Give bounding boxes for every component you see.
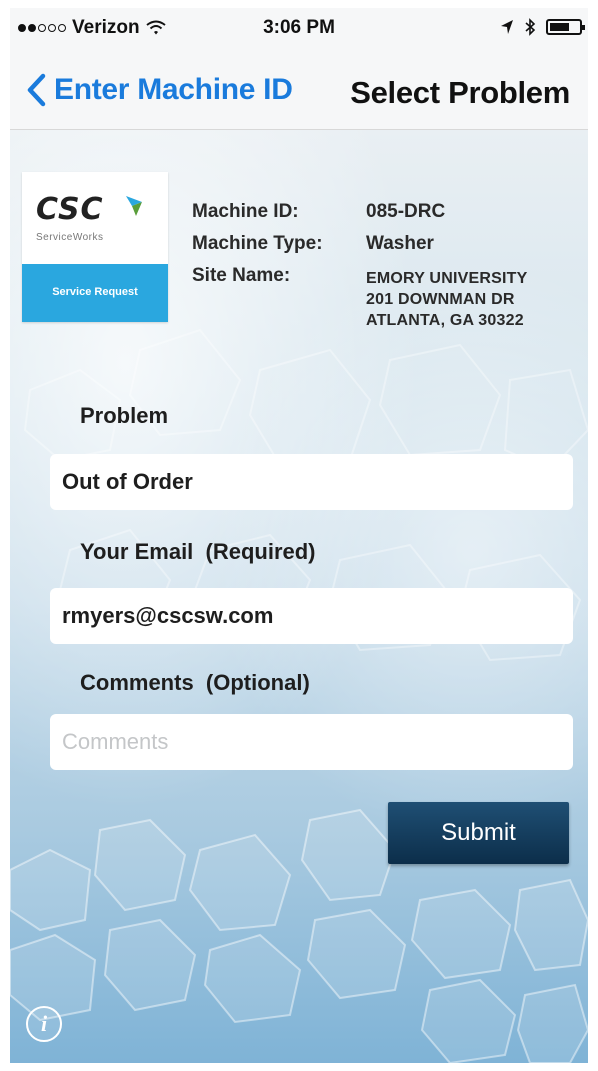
machine-type-value: Washer xyxy=(366,233,434,254)
status-icons xyxy=(500,18,585,36)
app-screen: Verizon 3:06 PM Enter Machine ID Select … xyxy=(10,8,588,1063)
company-logo: CSC ServiceWorks Service Request xyxy=(22,172,168,322)
battery-icon xyxy=(546,19,585,35)
logo-mark-icon xyxy=(126,196,142,216)
site-name-value: EMORY UNIVERSITY 201 DOWNMAN DR ATLANTA,… xyxy=(366,268,586,331)
machine-id-row: Machine ID: 085-DRC xyxy=(192,196,586,228)
email-field[interactable] xyxy=(50,588,573,644)
site-line-1: EMORY UNIVERSITY xyxy=(366,270,528,287)
chevron-left-icon xyxy=(27,73,46,107)
service-request-banner: Service Request xyxy=(22,264,168,322)
navigation-bar: Enter Machine ID Select Problem xyxy=(10,48,588,130)
submit-button[interactable]: Submit xyxy=(388,802,569,864)
content-area: CSC ServiceWorks Service Request Machine… xyxy=(10,130,588,1063)
comments-field[interactable] xyxy=(50,714,573,770)
site-line-2: 201 DOWNMAN DR xyxy=(366,291,515,308)
site-line-3: ATLANTA, GA 30322 xyxy=(366,312,524,329)
machine-type-row: Machine Type: Washer xyxy=(192,228,586,260)
bluetooth-icon xyxy=(525,18,536,36)
service-request-label: Service Request xyxy=(52,286,138,298)
comments-label: Comments (Optional) xyxy=(80,670,310,695)
site-name-label: Site Name: xyxy=(192,265,291,286)
back-button-label: Enter Machine ID xyxy=(54,73,293,106)
info-icon[interactable]: i xyxy=(26,1006,62,1042)
email-label: Your Email (Required) xyxy=(80,539,316,564)
site-name-row: Site Name: EMORY UNIVERSITY 201 DOWNMAN … xyxy=(192,260,586,331)
machine-info: Machine ID: 085-DRC Machine Type: Washer… xyxy=(192,196,586,331)
status-bar: Verizon 3:06 PM xyxy=(10,8,588,48)
problem-field[interactable] xyxy=(50,454,573,510)
machine-type-label: Machine Type: xyxy=(192,233,323,254)
page-title: Select Problem xyxy=(350,75,570,110)
machine-id-value: 085-DRC xyxy=(366,201,446,222)
machine-id-label: Machine ID: xyxy=(192,201,299,222)
location-arrow-icon xyxy=(501,20,513,34)
back-button[interactable]: Enter Machine ID xyxy=(24,72,293,108)
logo-tagline: ServiceWorks xyxy=(36,232,104,243)
logo-brand-text: CSC xyxy=(36,192,104,227)
problem-label: Problem xyxy=(80,403,169,428)
